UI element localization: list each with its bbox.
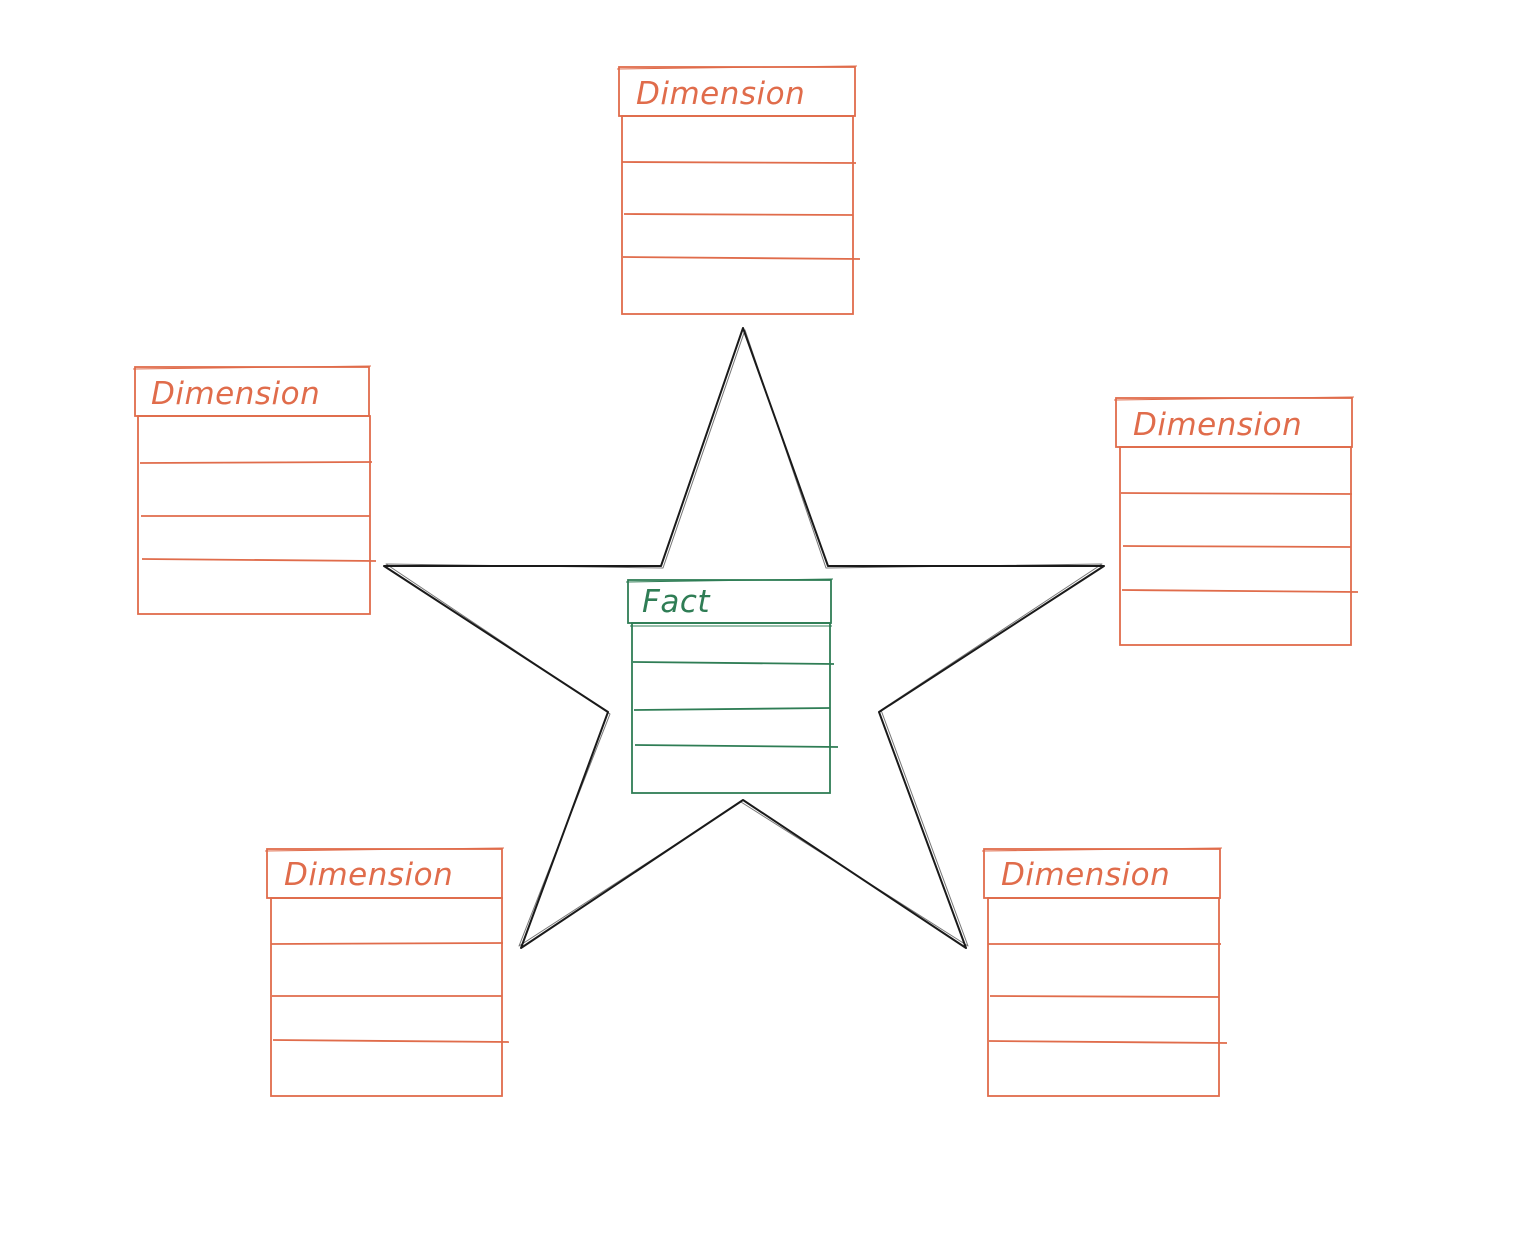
table-row-divider	[623, 213, 854, 216]
star-shape	[383, 327, 1105, 949]
table-row-divider	[989, 995, 1220, 998]
table-row-divider	[634, 744, 839, 748]
dimension-body-box	[137, 415, 371, 615]
dimension-table-bottom-right[interactable]: Dimension	[981, 847, 1228, 1097]
star-outline	[383, 327, 1105, 949]
table-row-divider	[1122, 545, 1352, 548]
table-row-divider	[272, 1039, 510, 1043]
table-row-divider	[141, 558, 377, 562]
dimension-body-box	[270, 897, 503, 1097]
star-schema-diagram: Dimension Dimension Dimension Dimension	[132, 65, 1359, 1097]
dimension-table-bottom-left[interactable]: Dimension	[264, 847, 510, 1097]
table-row-divider	[1121, 589, 1359, 593]
table-row-divider	[270, 942, 504, 945]
dimension-title: Dimension	[151, 376, 320, 412]
table-row-divider	[1120, 492, 1353, 495]
dimension-table-top[interactable]: Dimension	[616, 65, 861, 315]
table-row-divider	[988, 1040, 1228, 1044]
table-row-divider	[633, 707, 831, 711]
dimension-title: Dimension	[284, 857, 453, 893]
dimension-table-left[interactable]: Dimension	[132, 365, 377, 615]
table-row-divider	[632, 661, 835, 665]
dimension-table-right[interactable]: Dimension	[1113, 396, 1359, 646]
fact-title: Fact	[642, 584, 711, 620]
table-row-divider	[621, 161, 857, 164]
fact-table[interactable]: Fact	[625, 578, 839, 794]
table-row-divider	[139, 461, 373, 464]
table-row-divider	[622, 256, 861, 260]
dimension-title: Dimension	[1001, 857, 1170, 893]
dimension-title: Dimension	[1133, 407, 1302, 443]
dimension-title: Dimension	[636, 76, 805, 112]
